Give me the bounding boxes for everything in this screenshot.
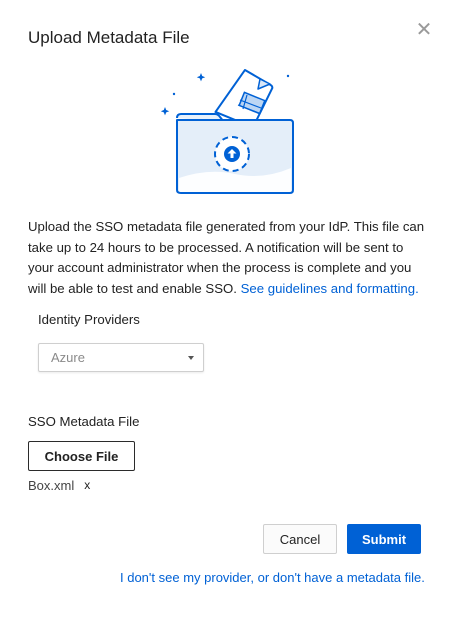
sso-metadata-label: SSO Metadata File — [28, 414, 140, 429]
submit-button[interactable]: Submit — [347, 524, 421, 554]
identity-providers-label: Identity Providers — [38, 312, 140, 327]
guidelines-link[interactable]: See guidelines and formatting. — [241, 281, 419, 296]
caret-down-icon — [188, 355, 194, 360]
upload-metadata-dialog: Upload Metadata File ✕ Upload the SSO me… — [0, 0, 453, 633]
selected-file-name: Box.xml — [28, 478, 75, 493]
identity-provider-select[interactable]: Azure — [38, 343, 204, 372]
identity-provider-value: Azure — [51, 350, 85, 365]
description-text: Upload the SSO metadata file generated f… — [28, 217, 428, 299]
close-icon[interactable]: ✕ — [414, 20, 434, 40]
choose-file-button[interactable]: Choose File — [28, 441, 135, 471]
selected-file-row: Box.xml x — [28, 478, 90, 494]
missing-provider-link[interactable]: I don't see my provider, or don't have a… — [120, 570, 425, 585]
folder-upload-icon — [160, 68, 294, 194]
cancel-button[interactable]: Cancel — [263, 524, 337, 554]
dialog-title: Upload Metadata File — [28, 28, 190, 47]
remove-file-button[interactable]: x — [84, 478, 90, 492]
